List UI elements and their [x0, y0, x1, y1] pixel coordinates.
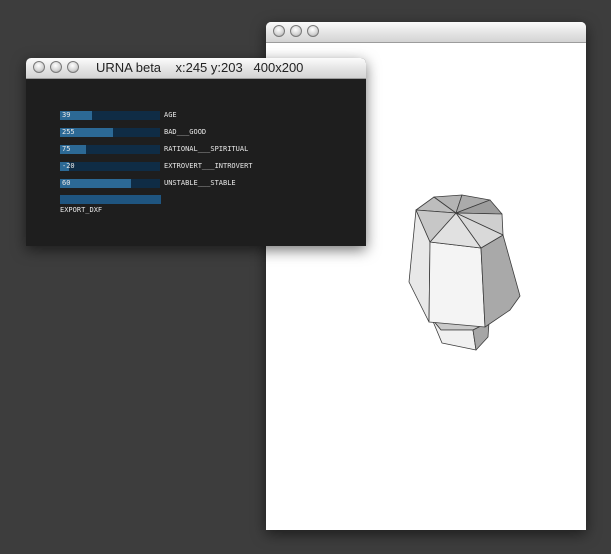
slider-value: 60 — [62, 179, 71, 187]
slider-value: 75 — [62, 145, 71, 153]
slider-label: RATIONAL___SPIRITUAL — [164, 145, 249, 153]
slider-track[interactable] — [60, 128, 160, 137]
minimize-button[interactable] — [50, 61, 62, 73]
zoom-button[interactable] — [307, 25, 319, 37]
viewer-titlebar[interactable] — [266, 22, 586, 43]
urn-body-front — [428, 241, 486, 328]
slider-label: BAD___GOOD — [164, 128, 207, 136]
minimize-button[interactable] — [290, 25, 302, 37]
export-dxf-button[interactable] — [60, 195, 161, 204]
slider-label: EXTROVERT___INTROVERT — [164, 162, 253, 170]
close-button[interactable] — [33, 61, 45, 73]
slider-value: 255 — [62, 128, 75, 136]
controls-titlebar[interactable]: URNA beta x:245 y:203 400x200 — [26, 58, 366, 79]
close-button[interactable] — [273, 25, 285, 37]
slider-fill — [60, 179, 131, 188]
urn-body-right — [480, 234, 521, 328]
slider-value: -20 — [62, 162, 75, 170]
zoom-button[interactable] — [67, 61, 79, 73]
slider-track[interactable] — [60, 145, 160, 154]
slider-track[interactable] — [60, 162, 160, 171]
slider-track[interactable] — [60, 111, 160, 120]
controls-panel: 39 AGE 255 BAD___GOOD 75 RATIONAL___SPIR… — [26, 79, 366, 246]
controls-title: URNA beta x:245 y:203 400x200 — [96, 60, 304, 75]
slider-track[interactable] — [60, 179, 160, 188]
slider-value: 39 — [62, 111, 71, 119]
export-dxf-label: EXPORT_DXF — [60, 206, 103, 214]
slider-label: AGE — [164, 111, 177, 119]
controls-window: URNA beta x:245 y:203 400x200 39 AGE 255… — [26, 58, 366, 246]
slider-label: UNSTABLE___STABLE — [164, 179, 236, 187]
